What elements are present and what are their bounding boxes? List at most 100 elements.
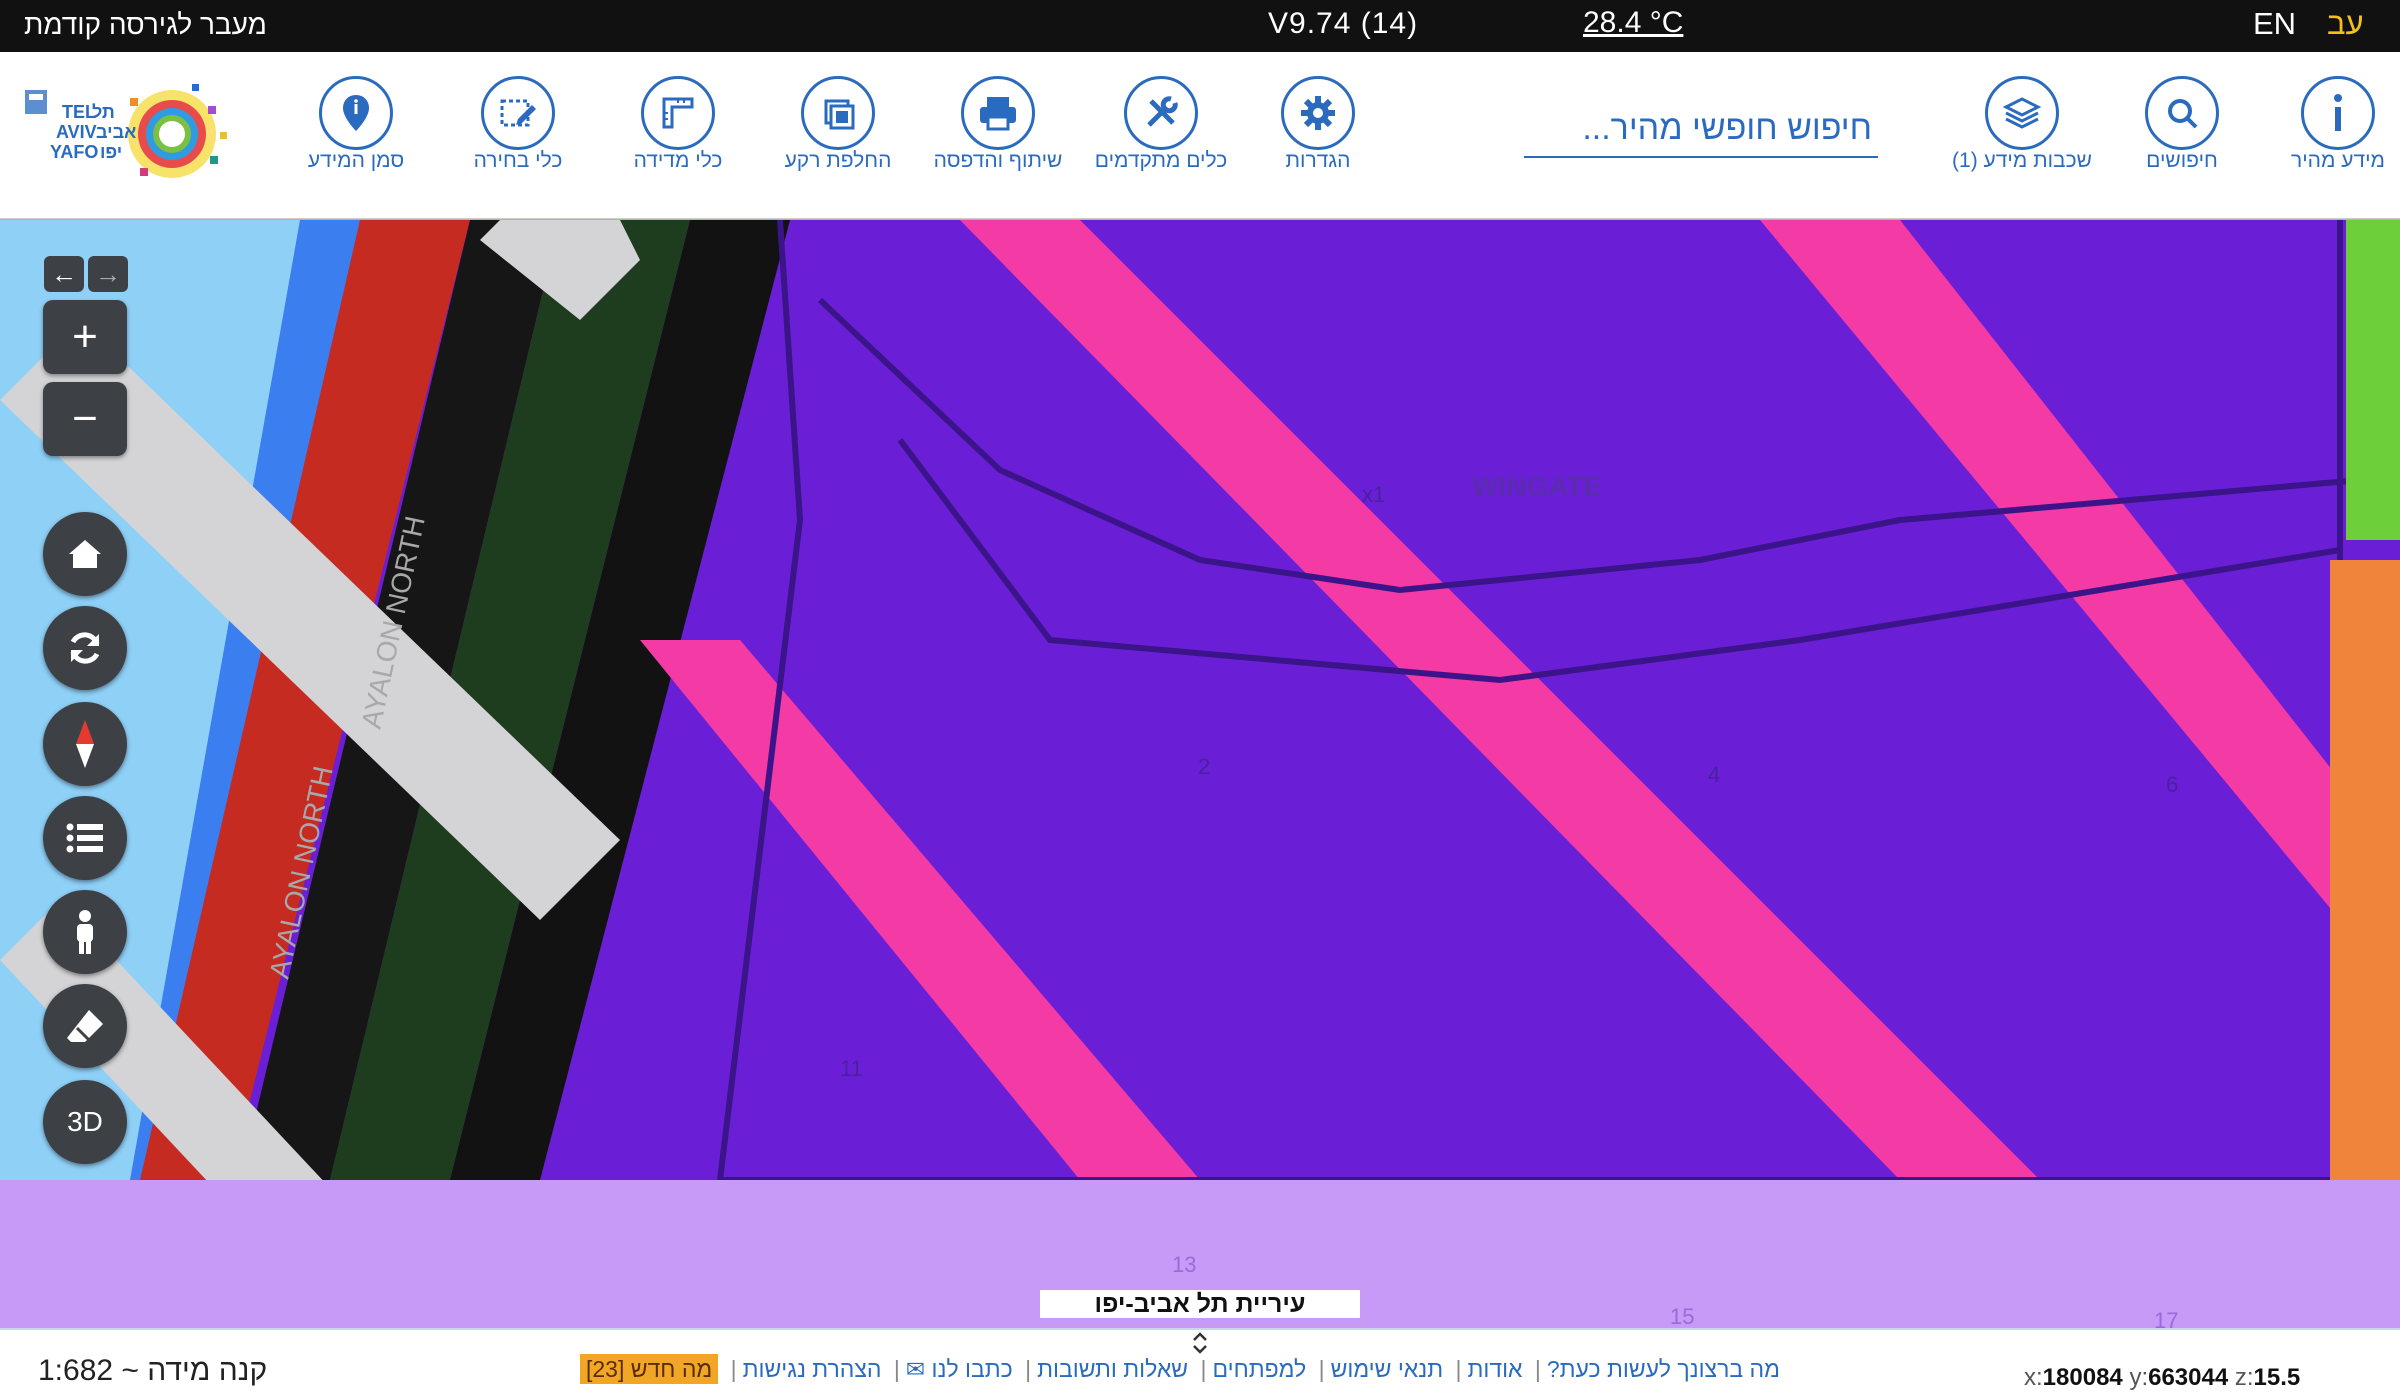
top-bar: מעבר לגירסה קודמת V9.74 (14) 28.4 °C EN … bbox=[0, 0, 2400, 52]
gear-icon bbox=[1281, 76, 1355, 150]
ruler-icon bbox=[641, 76, 715, 150]
share-print-button[interactable]: שיתוף והדפסה bbox=[918, 76, 1078, 173]
info-marker-button[interactable]: סמן המידע bbox=[276, 76, 436, 173]
footer-link-accessibility[interactable]: הצהרת נגישות bbox=[743, 1356, 882, 1382]
logo-text-he-1: תל bbox=[92, 102, 115, 122]
searches-label: חיפושים bbox=[2146, 149, 2218, 172]
basemap-switch-label: החלפת רקע bbox=[784, 149, 892, 172]
basemap-icon bbox=[801, 76, 875, 150]
footer-separator: | bbox=[1025, 1356, 1032, 1382]
next-extent-button[interactable]: → bbox=[88, 256, 128, 292]
footer-link-faq[interactable]: שאלות ותשובות bbox=[1037, 1356, 1188, 1382]
select-tool-button[interactable]: כלי בחירה bbox=[438, 76, 598, 173]
parcel-number: 6 bbox=[2166, 772, 2178, 797]
searches-button[interactable]: חיפושים bbox=[2102, 76, 2262, 173]
info-marker-label: סמן המידע bbox=[307, 149, 405, 172]
eraser-icon bbox=[67, 1010, 103, 1044]
home-button[interactable] bbox=[43, 512, 127, 596]
footer-link-about[interactable]: אודות bbox=[1467, 1356, 1522, 1382]
settings-button[interactable]: הגדרות bbox=[1238, 76, 1398, 173]
three-d-button[interactable]: 3D bbox=[43, 1080, 127, 1164]
layers-icon bbox=[1985, 76, 2059, 150]
parcel-number: 15 bbox=[1670, 1304, 1694, 1328]
bottom-bar: קנה מידה ~ 1:682 מה ברצונך לעשות כעת?| א… bbox=[0, 1328, 2400, 1392]
parcel-number: x1 bbox=[1362, 482, 1385, 507]
coord-z-value: 15.5 bbox=[2253, 1364, 2301, 1391]
language-en-button[interactable]: EN bbox=[2253, 6, 2296, 42]
select-tool-label: כלי בחירה bbox=[473, 149, 563, 172]
logo-emblem bbox=[25, 90, 47, 114]
street-label-wingate: WINGATE bbox=[1472, 471, 1602, 502]
footer-link-what-next[interactable]: מה ברצונך לעשות כעת? bbox=[1547, 1356, 1780, 1382]
street-view-button[interactable] bbox=[43, 890, 127, 974]
footer-separator: | bbox=[1200, 1356, 1207, 1382]
parcel-number: 17 bbox=[2154, 1308, 2178, 1328]
printer-icon bbox=[961, 76, 1035, 150]
home-icon bbox=[69, 540, 101, 568]
map-scale: קנה מידה ~ 1:682 bbox=[38, 1354, 268, 1387]
footer-link-contact[interactable]: כתבו לנו ✉ bbox=[906, 1356, 1013, 1382]
quick-search-box[interactable] bbox=[1524, 102, 1878, 158]
basemap-switch-button[interactable]: החלפת רקע bbox=[758, 76, 918, 173]
info-icon bbox=[2301, 76, 2375, 150]
footer-link-terms[interactable]: תנאי שימוש bbox=[1331, 1356, 1444, 1382]
person-icon bbox=[77, 910, 93, 954]
logo-text-he-3: יפו bbox=[100, 142, 122, 162]
previous-extent-button[interactable]: ← bbox=[44, 256, 84, 292]
language-he-button[interactable]: עב bbox=[2327, 6, 2364, 42]
map-view[interactable]: AYALON NORTH AYALON NORTH WINGATE 2 4 6 … bbox=[0, 220, 2400, 1328]
footer-separator: | bbox=[1534, 1356, 1541, 1382]
tel-aviv-logo[interactable]: TEL AVIV YAFO תל אביב יפו bbox=[20, 76, 250, 196]
quick-info-button[interactable]: מידע מהיר bbox=[2258, 76, 2400, 173]
quick-info-label: מידע מהיר bbox=[2291, 149, 2385, 172]
footer-links: מה ברצונך לעשות כעת?| אודות| תנאי שימוש|… bbox=[580, 1354, 1780, 1384]
coord-z-label: z: bbox=[2234, 1364, 2254, 1391]
logo-text-en-3: YAFO bbox=[50, 142, 98, 162]
coord-x-label: x: bbox=[2024, 1364, 2043, 1391]
main-toolbar: TEL AVIV YAFO תל אביב יפו סמן המידע כלי … bbox=[0, 52, 2400, 219]
search-icon bbox=[2145, 76, 2219, 150]
advanced-tools-button[interactable]: כלים מתקדמים bbox=[1081, 76, 1241, 173]
logo-text-en-2: AVIV bbox=[56, 122, 97, 142]
map-canvas[interactable]: AYALON NORTH AYALON NORTH WINGATE 2 4 6 … bbox=[0, 220, 2400, 1328]
footer-separator: | bbox=[1318, 1356, 1325, 1382]
compass-icon bbox=[76, 720, 94, 768]
zoom-in-button[interactable]: + bbox=[43, 300, 127, 374]
share-print-label: שיתוף והדפסה bbox=[933, 149, 1063, 172]
layer-list-button[interactable] bbox=[43, 796, 127, 880]
parcel-number: 2 bbox=[1198, 754, 1210, 779]
logo-mosaic bbox=[128, 84, 227, 178]
city-label: עיריית תל אביב-יפו bbox=[1040, 1290, 1360, 1318]
footer-link-developers[interactable]: למפתחים bbox=[1212, 1356, 1306, 1382]
previous-version-link[interactable]: מעבר לגירסה קודמת bbox=[24, 9, 267, 41]
info-layers-button[interactable]: שכבות מידע (1) bbox=[1942, 76, 2102, 173]
whats-new-badge[interactable]: מה חדש [23] bbox=[580, 1354, 719, 1384]
temperature-link[interactable]: 28.4 °C bbox=[1583, 6, 1683, 40]
refresh-icon bbox=[70, 632, 100, 664]
parcel-number: 4 bbox=[1708, 762, 1720, 787]
select-icon bbox=[481, 76, 555, 150]
settings-label: הגדרות bbox=[1285, 149, 1351, 172]
info-layers-label: שכבות מידע (1) bbox=[1952, 149, 2092, 172]
footer-separator: | bbox=[1455, 1356, 1462, 1382]
collapse-arrows-icon bbox=[1193, 1332, 1207, 1354]
zoom-out-button[interactable]: − bbox=[43, 382, 127, 456]
pin-icon bbox=[319, 76, 393, 150]
parcel-number: 11 bbox=[840, 1056, 863, 1081]
version-label: V9.74 (14) bbox=[1268, 7, 1419, 40]
quick-search-input[interactable] bbox=[1524, 102, 1878, 154]
measure-tool-button[interactable]: כלי מדידה bbox=[598, 76, 758, 173]
advanced-tools-label: כלים מתקדמים bbox=[1094, 149, 1228, 172]
panel-toggle-handle[interactable] bbox=[1186, 1330, 1214, 1356]
coord-x-value: 180084 bbox=[2042, 1364, 2123, 1391]
measure-tool-label: כלי מדידה bbox=[633, 149, 723, 172]
coord-y-label: y: bbox=[2129, 1364, 2149, 1391]
refresh-button[interactable] bbox=[43, 606, 127, 690]
parcel-number: 13 bbox=[1172, 1252, 1196, 1277]
compass-button[interactable] bbox=[43, 702, 127, 786]
logo-text-en-1: TEL bbox=[62, 102, 96, 122]
coord-y-value: 663044 bbox=[2148, 1364, 2229, 1391]
list-icon bbox=[66, 823, 103, 853]
clear-graphics-button[interactable] bbox=[43, 984, 127, 1068]
logo-text-he-2: אביב bbox=[96, 122, 136, 142]
